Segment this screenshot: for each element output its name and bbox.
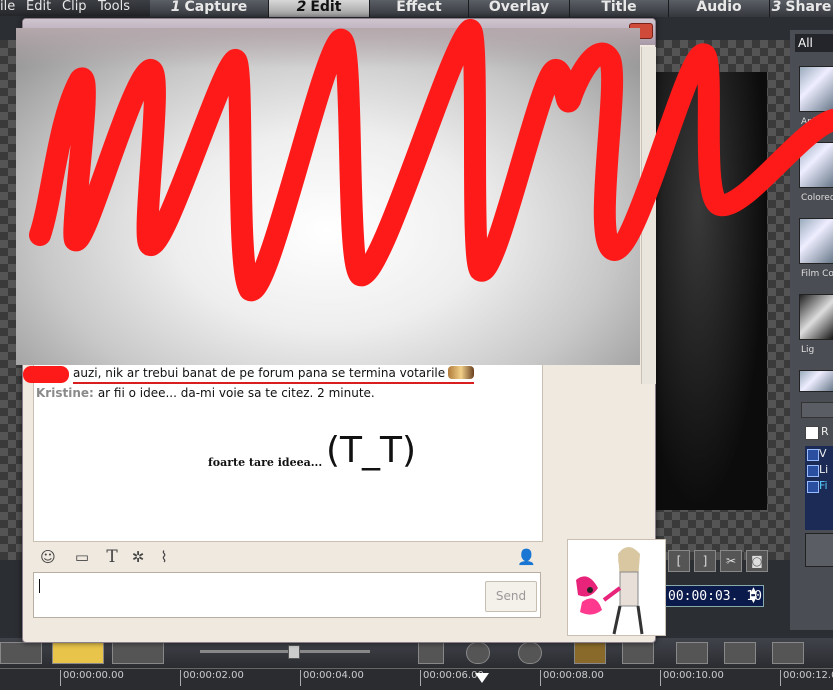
ruler-tick: 00:00:02.00 [180, 670, 244, 686]
library-item-label: Lig [801, 345, 815, 355]
library-item-label: Colored [801, 193, 833, 203]
scrollbar[interactable] [641, 47, 656, 384]
emoticon-icon [448, 366, 475, 379]
mark-out-button[interactable]: ] [694, 550, 716, 572]
shared-photo [16, 28, 640, 365]
panel-divider [801, 402, 833, 418]
eye-icon[interactable] [807, 465, 819, 477]
insert-icon[interactable] [418, 642, 444, 664]
workflow-steps: 1 Capture 2 Edit Effect Overlay Title Audi… [150, 0, 833, 17]
step-overlay[interactable]: Overlay [469, 0, 570, 17]
fx-row[interactable]: Fi [805, 478, 833, 494]
chat-message: Kristine: ar fii o idee... da-mi voie sa … [36, 385, 375, 401]
library-item-thumb[interactable] [799, 66, 833, 112]
redacted-name [23, 366, 69, 383]
message-text: auzi, nik ar trebui banat de pe forum pa… [73, 366, 446, 380]
audio-view-button[interactable] [112, 642, 164, 664]
snapshot-icon[interactable]: ◙ [746, 550, 768, 572]
storyboard-view-button[interactable] [0, 642, 42, 664]
step-edit[interactable]: 2 Edit [269, 0, 370, 17]
font-icon[interactable]: T [103, 548, 121, 566]
ruler-tick: 00:00:04.00 [300, 670, 364, 686]
message-text: ar fii o idee... da-mi voie sa te citez.… [97, 386, 375, 400]
ink-message-text: foarte tare ideea... [208, 456, 323, 469]
ruler-tick: 00:00:10.00 [660, 670, 724, 686]
chat-message: auzi, nik ar trebui banat de pe forum pa… [23, 364, 475, 384]
zoom-slider[interactable] [200, 650, 370, 653]
export-icon[interactable] [622, 642, 654, 664]
checkbox[interactable] [805, 426, 819, 440]
library-filter[interactable]: All [795, 34, 833, 52]
format-toolbar: ☺ ▭ T ✲ ⌇ 👤 [33, 544, 541, 571]
panel-button[interactable] [805, 533, 833, 567]
smart-render-icon[interactable] [574, 642, 606, 664]
message-input[interactable] [33, 572, 541, 618]
scissors-icon[interactable]: ✂ [720, 550, 742, 572]
step-audio[interactable]: Audio [669, 0, 770, 17]
ruler-tick: 00:00:12.0 [780, 670, 833, 686]
eye-icon[interactable] [807, 449, 819, 461]
menu-edit[interactable]: Edit [26, 0, 51, 14]
avatar [567, 539, 666, 636]
send-button[interactable]: Send [485, 581, 537, 612]
ruler-tick: 00:00:00.00 [60, 670, 124, 686]
library-item-thumb[interactable] [799, 294, 833, 340]
undo-icon[interactable] [466, 642, 490, 664]
timecode-field[interactable]: 00:00:03. 10 [664, 585, 764, 607]
library-item-thumb[interactable] [799, 142, 833, 188]
library-item-label: Film Co [801, 269, 833, 279]
ruler-tick: 00:00:08.00 [540, 670, 604, 686]
step-effect[interactable]: Effect [370, 0, 469, 17]
library-item-label: Apl [801, 117, 816, 127]
timecode-stepper[interactable]: ▲ ▼ [750, 587, 757, 605]
background-icon[interactable]: ✲ [129, 548, 147, 566]
zoom-slider-thumb[interactable] [288, 645, 300, 659]
fit-icon[interactable] [772, 642, 804, 664]
wink-icon[interactable]: ▭ [73, 548, 91, 566]
ink-emoticon: (T_T) [326, 430, 417, 471]
redo-icon[interactable] [518, 642, 542, 664]
fx-row[interactable]: Li [805, 462, 833, 478]
fx-list: V Li Fi [805, 446, 833, 530]
text-caret [39, 579, 40, 593]
step-share[interactable]: 3 Share [770, 0, 833, 17]
ratio-icon[interactable] [724, 642, 756, 664]
photo-top-shade [16, 28, 640, 68]
library-item-thumb[interactable] [799, 218, 833, 264]
eye-icon[interactable] [807, 481, 819, 493]
attach-icon[interactable]: ⌇ [155, 548, 173, 566]
library-item-thumb[interactable] [799, 370, 833, 392]
timeline-view-button[interactable] [52, 642, 104, 664]
video-preview [652, 72, 767, 510]
contact-icon[interactable]: 👤 [517, 548, 536, 566]
checkbox-label: R [821, 425, 829, 438]
menu-clip[interactable]: Clip [62, 0, 87, 14]
menu-tools[interactable]: Tools [98, 0, 130, 14]
film-icon[interactable] [676, 642, 708, 664]
step-title[interactable]: Title [570, 0, 669, 17]
fx-row[interactable]: V [805, 446, 833, 462]
playhead-marker[interactable] [475, 673, 489, 683]
mark-in-button[interactable]: [ [668, 550, 690, 572]
sender-name: Kristine: [36, 386, 94, 400]
smiley-icon[interactable]: ☺ [39, 548, 57, 566]
menu-file[interactable]: ile [0, 0, 15, 14]
step-capture[interactable]: 1 Capture [150, 0, 269, 17]
